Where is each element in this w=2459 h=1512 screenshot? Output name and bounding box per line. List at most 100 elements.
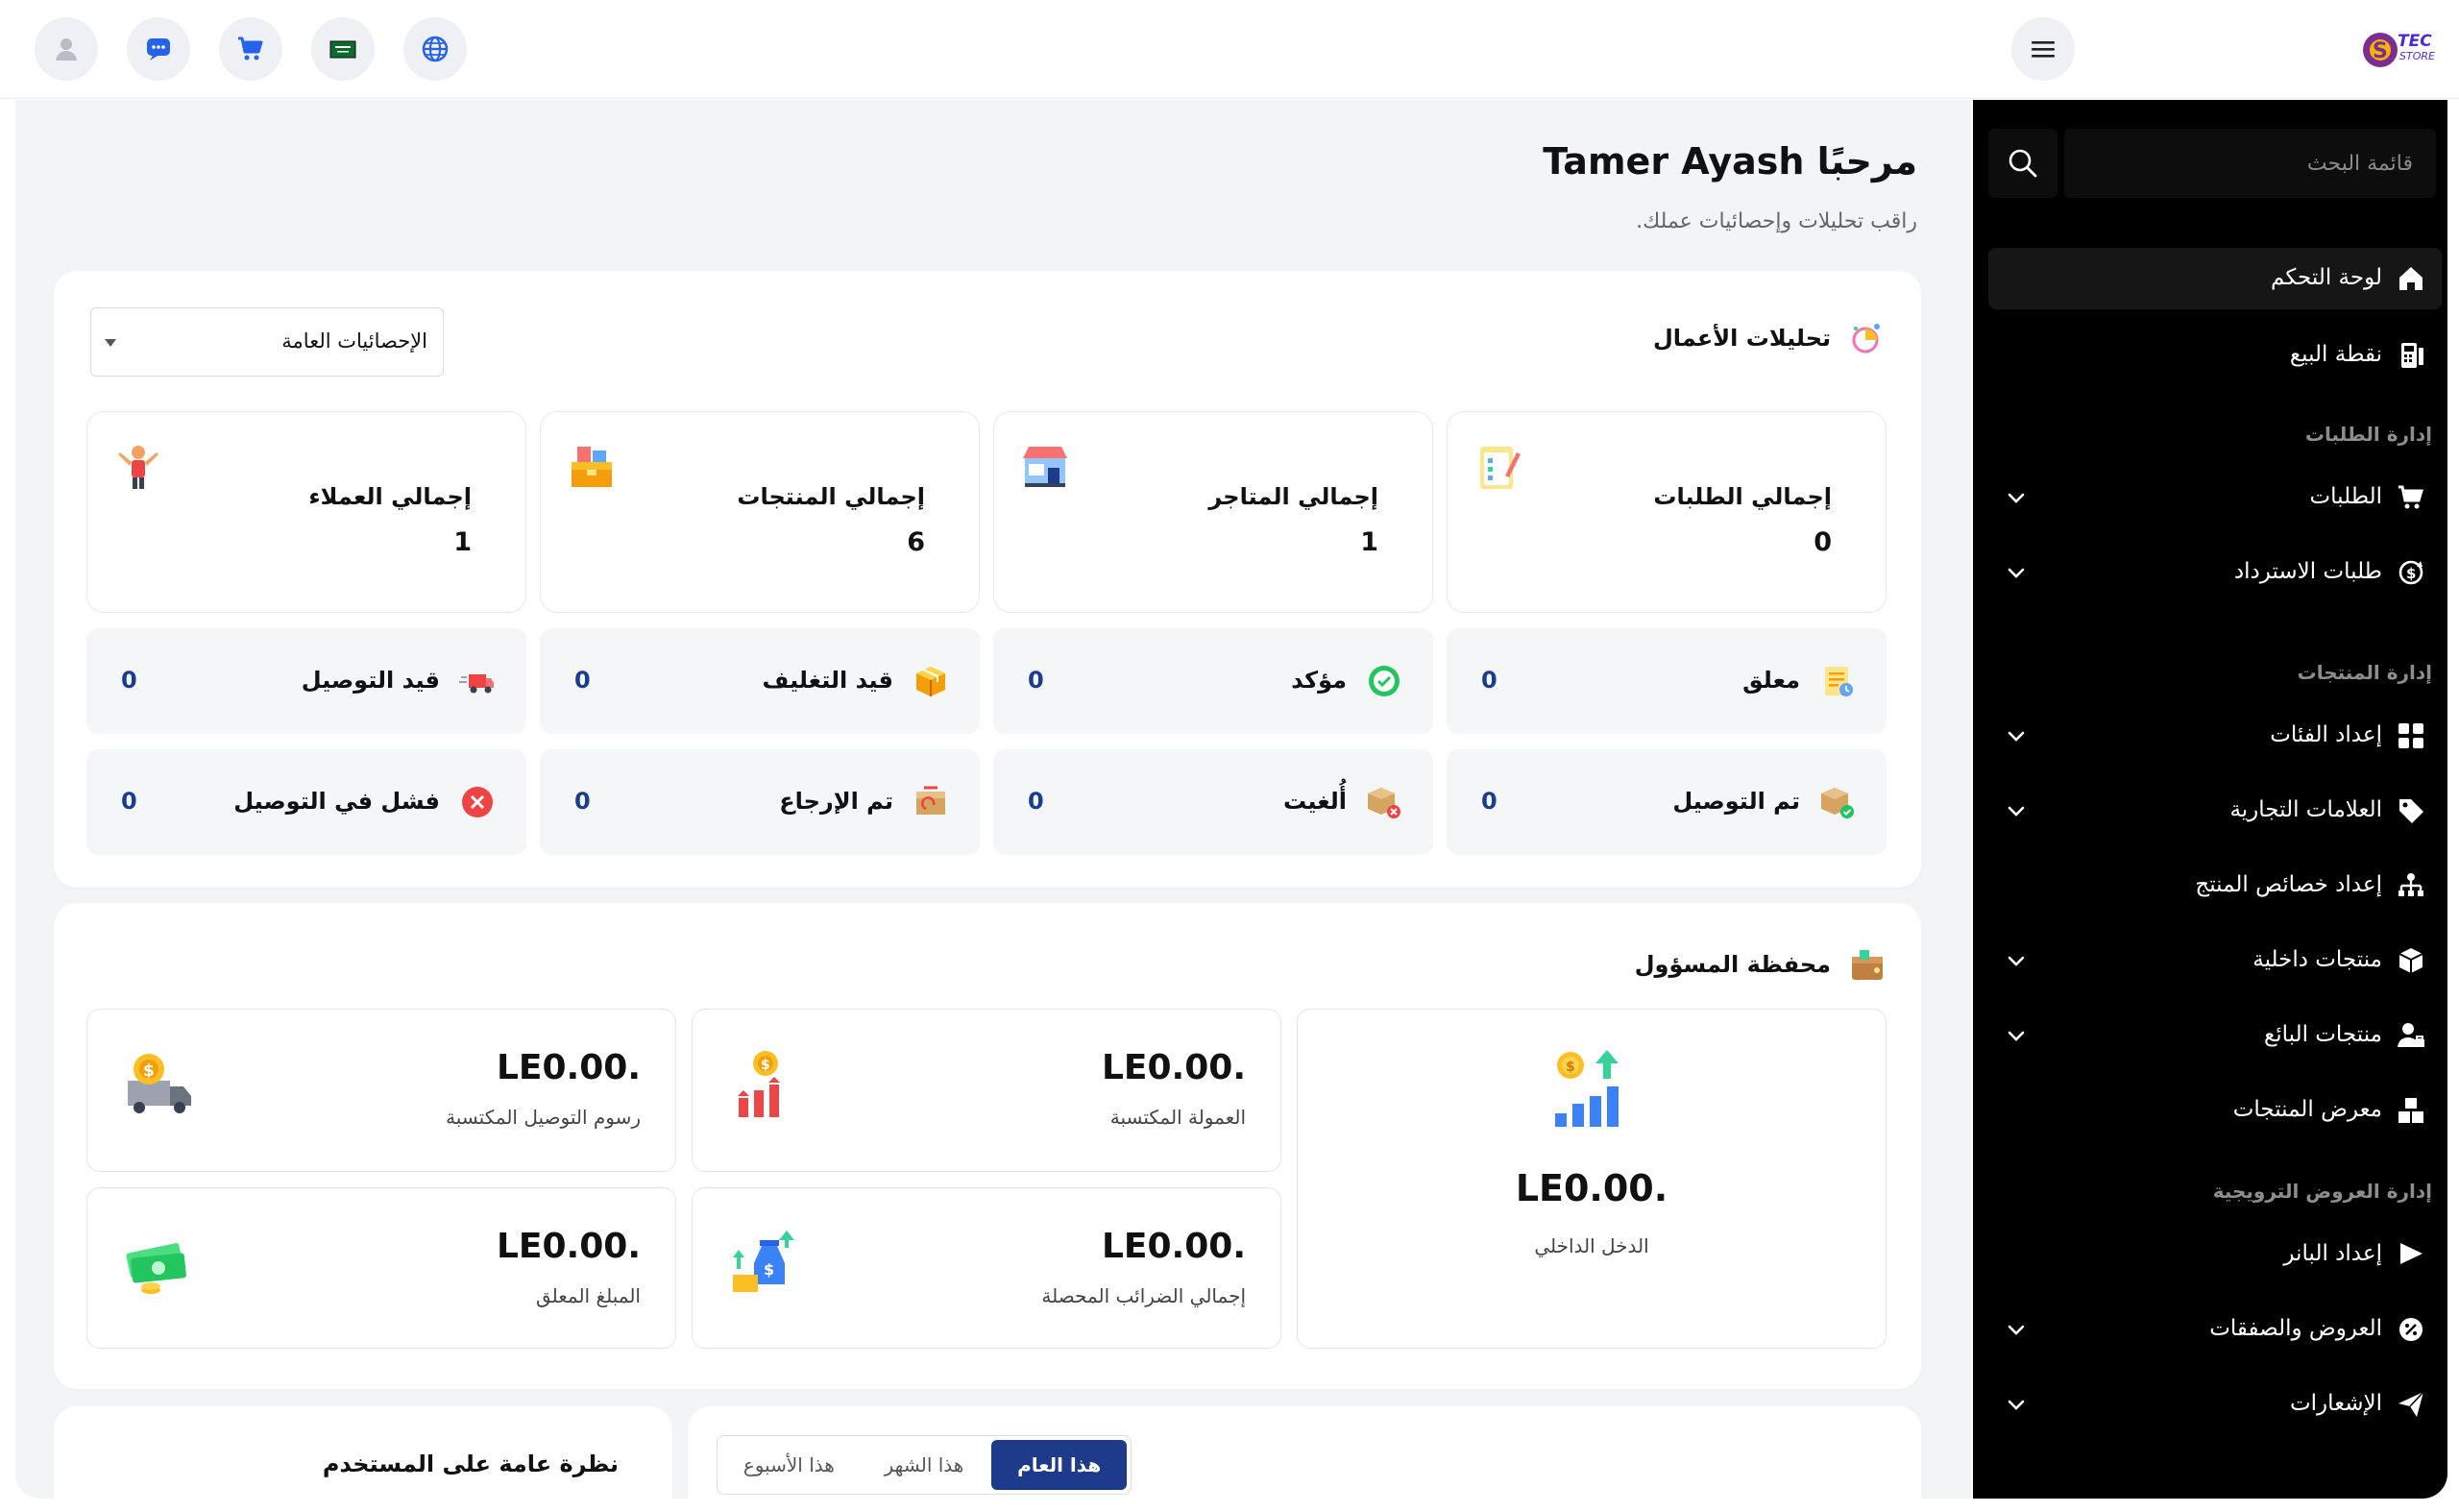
flag-banner-icon [2400, 1243, 2422, 1264]
failed-delivery-status-tile[interactable]: فشل في التوصيل 0 [86, 749, 526, 855]
svg-text:$: $ [143, 1061, 155, 1081]
sidebar-section-promotions: إدارة العروض الترويجية [2212, 1180, 2432, 1203]
sidebar-item-banners[interactable]: إعداد البانر [1988, 1224, 2442, 1285]
sidebar: قائمة البحث لوحة التحكم نقطة البيع إدارة… [1973, 100, 2447, 1499]
sidebar-item-inhouse-products[interactable]: منتجات داخلية [1988, 930, 2442, 991]
package-icon [2398, 948, 2423, 973]
tab-this-month[interactable]: هذا الشهر [857, 1440, 992, 1490]
commission-earned-amount: LE0.00. [1101, 1048, 1246, 1087]
total-stores-tile[interactable]: إجمالي المتاجر 1 [993, 411, 1433, 613]
chevron-down-icon [2008, 1400, 2025, 1410]
profile-avatar-button[interactable] [35, 17, 98, 81]
top-bar: S TEC STORE [0, 0, 2459, 99]
tab-this-week[interactable]: هذا الأسبوع [721, 1440, 857, 1490]
customer-icon [118, 446, 158, 489]
total-products-label: إجمالي المنتجات [737, 483, 925, 510]
svg-text:$: $ [761, 1058, 770, 1073]
confirmed-status-tile[interactable]: مؤكد 0 [993, 628, 1433, 734]
pending-amount-tile[interactable]: LE0.00. المبلغ المعلق [86, 1187, 676, 1349]
svg-text:$: $ [2406, 565, 2416, 582]
brand-logo[interactable]: S TEC STORE [2359, 21, 2447, 77]
admin-wallet-card: محفظة المسؤول $ LE0.00. الدخل الداخلي $ … [54, 903, 1921, 1389]
pending-icon [1825, 667, 1853, 696]
sidebar-item-brands[interactable]: العلامات التجارية [1988, 780, 2442, 841]
page-subtitle: راقب تحليلات وإحصائيات عملك. [1636, 209, 1917, 233]
chat-icon [147, 38, 170, 61]
sidebar-item-categories[interactable]: إعداد الفئات [1988, 705, 2442, 767]
canceled-icon [1368, 788, 1400, 818]
delivery-fees-label: رسوم التوصيل المكتسبة [446, 1106, 641, 1129]
money-bag-icon: $ [733, 1231, 794, 1292]
chevron-down-icon [2008, 956, 2025, 966]
out-for-delivery-status-tile[interactable]: قيد التوصيل 0 [86, 628, 526, 734]
sidebar-item-notifications[interactable]: الإشعارات [1988, 1374, 2442, 1435]
store-icon [1023, 447, 1067, 487]
chevron-down-icon [2008, 806, 2025, 817]
cart-icon [238, 37, 263, 61]
sidebar-item-product-gallery[interactable]: معرض المنتجات [1988, 1080, 2442, 1141]
admin-wallet-title: محفظة المسؤول [1635, 945, 1887, 984]
tag-icon [2399, 799, 2423, 823]
svg-text:TEC: TEC [2398, 32, 2432, 51]
chevron-down-icon [105, 339, 116, 347]
sidebar-item-dashboard[interactable]: لوحة التحكم [1988, 248, 2442, 309]
total-stores-label: إجمالي المتاجر [1208, 483, 1378, 510]
inhouse-earning-tile[interactable]: $ LE0.00. الدخل الداخلي [1297, 1009, 1887, 1349]
sidebar-item-pos[interactable]: نقطة البيع [1988, 325, 2442, 386]
delivery-charge-icon: $ [128, 1054, 191, 1113]
delivered-status-tile[interactable]: تم التوصيل 0 [1447, 749, 1887, 855]
canceled-status-tile[interactable]: أُلغيت 0 [993, 749, 1433, 855]
total-tax-amount: LE0.00. [1101, 1227, 1246, 1266]
total-products-value: 6 [907, 527, 925, 557]
confirmed-icon [1369, 666, 1400, 696]
business-analytics-card: تحليلات الأعمال الإحصائيات العامة إجمالي… [54, 271, 1921, 888]
vendor-icon [2398, 1023, 2424, 1047]
pending-amount-value: LE0.00. [496, 1227, 641, 1266]
sidebar-item-offers[interactable]: العروض والصفقات [1988, 1299, 2442, 1360]
total-tax-tile[interactable]: $ LE0.00. إجمالي الضرائب المحصلة [692, 1187, 1281, 1349]
wallet-icon [1852, 950, 1883, 980]
sidebar-search-button[interactable] [1988, 129, 2057, 198]
menu-toggle-button[interactable] [2011, 17, 2075, 81]
business-analytics-title: تحليلات الأعمال [1653, 319, 1887, 357]
delivered-icon [1821, 788, 1854, 818]
packaging-status-tile[interactable]: قيد التغليف 0 [540, 628, 980, 734]
delivery-fees-tile[interactable]: $ LE0.00. رسوم التوصيل المكتسبة [86, 1009, 676, 1172]
cash-stack-icon [126, 1243, 186, 1294]
messages-button[interactable] [127, 17, 190, 81]
delivery-truck-icon [459, 674, 494, 694]
commission-earned-label: العمولة المكتسبة [1109, 1106, 1246, 1129]
sidebar-search-input[interactable]: قائمة البحث [2064, 129, 2436, 198]
sidebar-item-orders[interactable]: الطلبات [1988, 467, 2442, 528]
hierarchy-icon [2398, 873, 2423, 896]
globe-button[interactable] [403, 17, 467, 81]
period-tabs: هذا العام هذا الشهر هذا الأسبوع [717, 1435, 1132, 1495]
total-products-tile[interactable]: إجمالي المنتجات 6 [540, 411, 980, 613]
user-overview-title: نظرة عامة على المستخدم [322, 1451, 619, 1477]
cart-button[interactable] [219, 17, 282, 81]
total-customers-tile[interactable]: إجمالي العملاء 1 [86, 411, 526, 613]
sidebar-item-refunds[interactable]: $ طلبات الاسترداد [1988, 542, 2442, 603]
grid-icon [2398, 723, 2423, 748]
sidebar-item-attributes[interactable]: إعداد خصائص المنتج [1988, 855, 2442, 916]
total-orders-label: إجمالي الطلبات [1653, 483, 1832, 510]
total-orders-tile[interactable]: إجمالي الطلبات 0 [1447, 411, 1887, 613]
products-box-icon [572, 447, 612, 487]
chevron-down-icon [2008, 1031, 2025, 1041]
analytics-icon [1852, 324, 1880, 354]
globe-icon [422, 36, 449, 62]
commission-earned-tile[interactable]: $ LE0.00. العمولة المكتسبة [692, 1009, 1281, 1172]
total-orders-value: 0 [1814, 527, 1832, 557]
returned-icon [916, 786, 945, 815]
statistics-filter-select[interactable]: الإحصائيات العامة [90, 307, 444, 377]
pending-status-tile[interactable]: معلق 0 [1447, 628, 1887, 734]
language-flag-button[interactable] [311, 17, 375, 81]
discount-badge-icon [2399, 1318, 2422, 1341]
total-tax-label: إجمالي الضرائب المحصلة [1041, 1284, 1246, 1307]
tab-this-year[interactable]: هذا العام [991, 1440, 1127, 1490]
pos-terminal-icon [2401, 343, 2423, 368]
coin-arrows-icon: $ [738, 1051, 780, 1117]
sidebar-item-vendor-products[interactable]: منتجات البائع [1988, 1005, 2442, 1066]
returned-status-tile[interactable]: تم الإرجاع 0 [540, 749, 980, 855]
menu-icon [2032, 41, 2055, 58]
